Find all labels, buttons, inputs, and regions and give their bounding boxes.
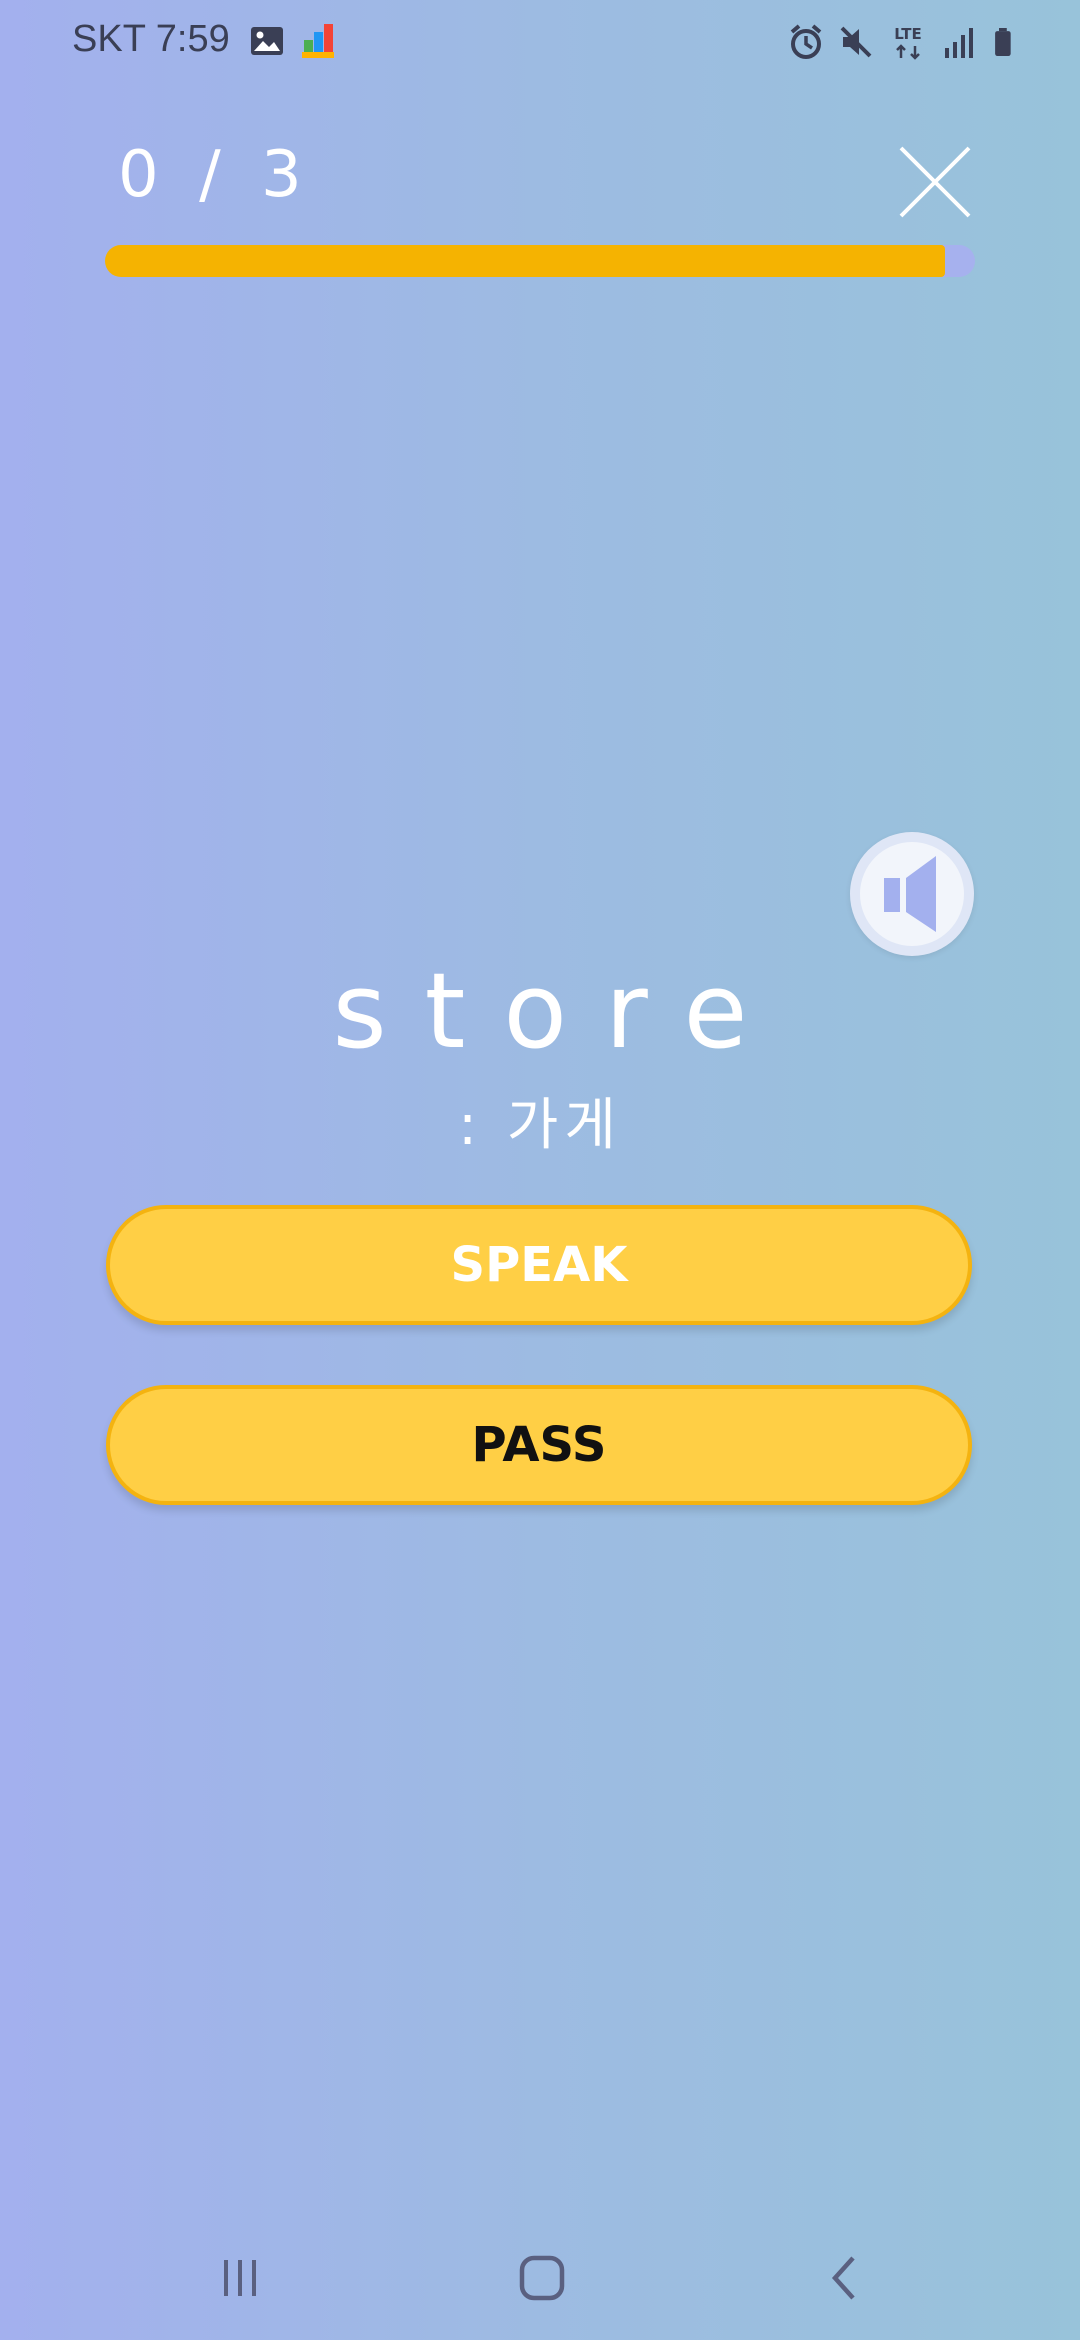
signal-icon [945, 28, 973, 58]
app-icon [302, 24, 334, 58]
lte-icon: LTE [894, 25, 922, 60]
gallery-icon [251, 27, 283, 55]
alarm-icon [790, 24, 822, 59]
progress-bar-fill [105, 245, 945, 277]
vocab-meaning: : 가게 [458, 1093, 622, 1158]
speak-button[interactable]: SPEAK [106, 1205, 972, 1325]
carrier-time: SKT 7:59 [72, 18, 230, 60]
speaker-button-inner [860, 842, 964, 946]
back-icon [831, 2256, 855, 2300]
speaker-icon [884, 856, 936, 932]
navigation-bar [0, 2220, 1080, 2340]
recents-icon [224, 2260, 256, 2296]
status-bar: SKT 7:59 LTE [0, 0, 1080, 90]
status-icons: LTE [788, 20, 1020, 64]
recents-button[interactable] [200, 2248, 280, 2308]
progress-bar [105, 245, 975, 277]
lte-label: LTE [894, 25, 922, 43]
vocab-word: store [332, 950, 786, 1072]
home-icon [519, 2255, 565, 2301]
back-button[interactable] [805, 2248, 885, 2308]
home-button[interactable] [502, 2248, 582, 2308]
speaker-button[interactable] [850, 832, 974, 956]
close-icon[interactable] [895, 142, 975, 222]
battery-icon [995, 28, 1011, 56]
pass-button[interactable]: PASS [106, 1385, 972, 1505]
progress-count: 0 / 3 [118, 138, 312, 212]
mute-icon [840, 26, 872, 58]
